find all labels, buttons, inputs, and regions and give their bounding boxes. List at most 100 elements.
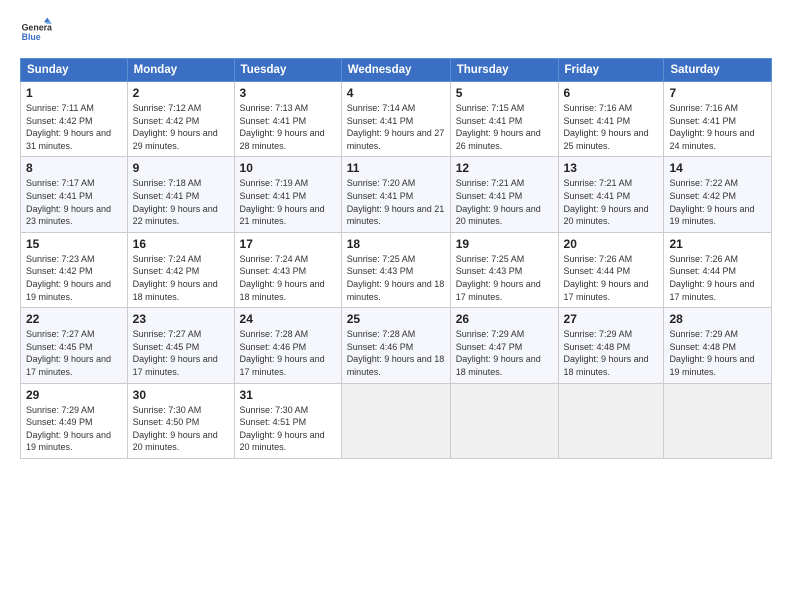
calendar-cell: 15 Sunrise: 7:23 AMSunset: 4:42 PMDayligh… bbox=[21, 232, 128, 307]
calendar-header-row: SundayMondayTuesdayWednesdayThursdayFrid… bbox=[21, 59, 772, 82]
day-info: Sunrise: 7:17 AMSunset: 4:41 PMDaylight:… bbox=[26, 178, 111, 226]
day-number: 24 bbox=[240, 312, 336, 326]
day-number: 7 bbox=[669, 86, 766, 100]
day-number: 1 bbox=[26, 86, 122, 100]
day-number: 22 bbox=[26, 312, 122, 326]
day-header-wednesday: Wednesday bbox=[341, 59, 450, 82]
day-number: 21 bbox=[669, 237, 766, 251]
day-number: 16 bbox=[133, 237, 229, 251]
logo-icon: General Blue bbox=[20, 16, 52, 48]
day-number: 10 bbox=[240, 161, 336, 175]
day-number: 5 bbox=[456, 86, 553, 100]
day-number: 3 bbox=[240, 86, 336, 100]
calendar-cell: 20 Sunrise: 7:26 AMSunset: 4:44 PMDayligh… bbox=[558, 232, 664, 307]
day-number: 2 bbox=[133, 86, 229, 100]
calendar-cell: 3 Sunrise: 7:13 AMSunset: 4:41 PMDaylight… bbox=[234, 82, 341, 157]
day-info: Sunrise: 7:21 AMSunset: 4:41 PMDaylight:… bbox=[564, 178, 649, 226]
calendar-cell: 19 Sunrise: 7:25 AMSunset: 4:43 PMDayligh… bbox=[450, 232, 558, 307]
day-number: 29 bbox=[26, 388, 122, 402]
day-info: Sunrise: 7:26 AMSunset: 4:44 PMDaylight:… bbox=[669, 254, 754, 302]
day-info: Sunrise: 7:21 AMSunset: 4:41 PMDaylight:… bbox=[456, 178, 541, 226]
calendar-cell: 5Sunrise: 7:15 AMSunset: 4:41 PMDaylight… bbox=[450, 82, 558, 157]
day-info: Sunrise: 7:27 AMSunset: 4:45 PMDaylight:… bbox=[133, 329, 218, 377]
day-info: Sunrise: 7:29 AMSunset: 4:48 PMDaylight:… bbox=[669, 329, 754, 377]
day-info: Sunrise: 7:19 AMSunset: 4:41 PMDaylight:… bbox=[240, 178, 325, 226]
day-info: Sunrise: 7:27 AMSunset: 4:45 PMDaylight:… bbox=[26, 329, 111, 377]
day-number: 6 bbox=[564, 86, 659, 100]
calendar-cell: 26Sunrise: 7:29 AMSunset: 4:47 PMDayligh… bbox=[450, 308, 558, 383]
calendar-cell: 14Sunrise: 7:22 AMSunset: 4:42 PMDayligh… bbox=[664, 157, 772, 232]
day-number: 20 bbox=[564, 237, 659, 251]
day-info: Sunrise: 7:16 AMSunset: 4:41 PMDaylight:… bbox=[669, 103, 754, 151]
calendar-cell bbox=[450, 383, 558, 458]
day-info: Sunrise: 7:30 AMSunset: 4:50 PMDaylight:… bbox=[133, 405, 218, 453]
day-header-monday: Monday bbox=[127, 59, 234, 82]
day-info: Sunrise: 7:13 AMSunset: 4:41 PMDaylight:… bbox=[240, 103, 325, 151]
calendar-cell bbox=[664, 383, 772, 458]
day-info: Sunrise: 7:23 AMSunset: 4:42 PMDaylight:… bbox=[26, 254, 111, 302]
calendar-cell: 30 Sunrise: 7:30 AMSunset: 4:50 PMDayligh… bbox=[127, 383, 234, 458]
day-header-thursday: Thursday bbox=[450, 59, 558, 82]
calendar-week-3: 15 Sunrise: 7:23 AMSunset: 4:42 PMDayligh… bbox=[21, 232, 772, 307]
day-number: 28 bbox=[669, 312, 766, 326]
day-info: Sunrise: 7:24 AMSunset: 4:43 PMDaylight:… bbox=[240, 254, 325, 302]
day-info: Sunrise: 7:25 AMSunset: 4:43 PMDaylight:… bbox=[456, 254, 541, 302]
day-header-saturday: Saturday bbox=[664, 59, 772, 82]
calendar-cell: 16 Sunrise: 7:24 AMSunset: 4:42 PMDayligh… bbox=[127, 232, 234, 307]
day-number: 18 bbox=[347, 237, 445, 251]
day-number: 25 bbox=[347, 312, 445, 326]
calendar-cell: 4 Sunrise: 7:14 AMSunset: 4:41 PMDaylight… bbox=[341, 82, 450, 157]
calendar-cell: 2 Sunrise: 7:12 AMSunset: 4:42 PMDaylight… bbox=[127, 82, 234, 157]
day-info: Sunrise: 7:11 AMSunset: 4:42 PMDaylight:… bbox=[26, 103, 111, 151]
day-info: Sunrise: 7:14 AMSunset: 4:41 PMDaylight:… bbox=[347, 103, 445, 151]
day-number: 13 bbox=[564, 161, 659, 175]
day-header-tuesday: Tuesday bbox=[234, 59, 341, 82]
day-number: 30 bbox=[133, 388, 229, 402]
day-info: Sunrise: 7:29 AMSunset: 4:48 PMDaylight:… bbox=[564, 329, 649, 377]
day-header-friday: Friday bbox=[558, 59, 664, 82]
calendar-cell: 28 Sunrise: 7:29 AMSunset: 4:48 PMDayligh… bbox=[664, 308, 772, 383]
calendar-week-2: 8 Sunrise: 7:17 AMSunset: 4:41 PMDaylight… bbox=[21, 157, 772, 232]
calendar-cell: 7 Sunrise: 7:16 AMSunset: 4:41 PMDaylight… bbox=[664, 82, 772, 157]
day-info: Sunrise: 7:12 AMSunset: 4:42 PMDaylight:… bbox=[133, 103, 218, 151]
calendar-cell: 22 Sunrise: 7:27 AMSunset: 4:45 PMDayligh… bbox=[21, 308, 128, 383]
calendar: SundayMondayTuesdayWednesdayThursdayFrid… bbox=[20, 58, 772, 459]
calendar-cell: 12Sunrise: 7:21 AMSunset: 4:41 PMDayligh… bbox=[450, 157, 558, 232]
page: General Blue SundayMondayTuesdayWednesda… bbox=[0, 0, 792, 612]
calendar-week-4: 22 Sunrise: 7:27 AMSunset: 4:45 PMDayligh… bbox=[21, 308, 772, 383]
day-info: Sunrise: 7:26 AMSunset: 4:44 PMDaylight:… bbox=[564, 254, 649, 302]
day-number: 14 bbox=[669, 161, 766, 175]
calendar-cell: 21 Sunrise: 7:26 AMSunset: 4:44 PMDayligh… bbox=[664, 232, 772, 307]
calendar-cell: 11Sunrise: 7:20 AMSunset: 4:41 PMDayligh… bbox=[341, 157, 450, 232]
calendar-cell: 13 Sunrise: 7:21 AMSunset: 4:41 PMDayligh… bbox=[558, 157, 664, 232]
day-info: Sunrise: 7:28 AMSunset: 4:46 PMDaylight:… bbox=[347, 329, 445, 377]
day-number: 23 bbox=[133, 312, 229, 326]
day-info: Sunrise: 7:29 AMSunset: 4:47 PMDaylight:… bbox=[456, 329, 541, 377]
calendar-cell: 8 Sunrise: 7:17 AMSunset: 4:41 PMDaylight… bbox=[21, 157, 128, 232]
day-number: 9 bbox=[133, 161, 229, 175]
calendar-cell: 25 Sunrise: 7:28 AMSunset: 4:46 PMDayligh… bbox=[341, 308, 450, 383]
calendar-cell: 17 Sunrise: 7:24 AMSunset: 4:43 PMDayligh… bbox=[234, 232, 341, 307]
day-number: 8 bbox=[26, 161, 122, 175]
day-info: Sunrise: 7:25 AMSunset: 4:43 PMDaylight:… bbox=[347, 254, 445, 302]
calendar-cell: 31 Sunrise: 7:30 AMSunset: 4:51 PMDayligh… bbox=[234, 383, 341, 458]
day-number: 31 bbox=[240, 388, 336, 402]
day-number: 15 bbox=[26, 237, 122, 251]
day-info: Sunrise: 7:20 AMSunset: 4:41 PMDaylight:… bbox=[347, 178, 445, 226]
day-number: 19 bbox=[456, 237, 553, 251]
calendar-cell bbox=[341, 383, 450, 458]
calendar-cell: 1 Sunrise: 7:11 AMSunset: 4:42 PMDaylight… bbox=[21, 82, 128, 157]
day-info: Sunrise: 7:18 AMSunset: 4:41 PMDaylight:… bbox=[133, 178, 218, 226]
day-info: Sunrise: 7:24 AMSunset: 4:42 PMDaylight:… bbox=[133, 254, 218, 302]
calendar-cell: 23 Sunrise: 7:27 AMSunset: 4:45 PMDayligh… bbox=[127, 308, 234, 383]
day-info: Sunrise: 7:29 AMSunset: 4:49 PMDaylight:… bbox=[26, 405, 111, 453]
day-number: 17 bbox=[240, 237, 336, 251]
day-info: Sunrise: 7:16 AMSunset: 4:41 PMDaylight:… bbox=[564, 103, 649, 151]
logo: General Blue bbox=[20, 16, 52, 48]
day-info: Sunrise: 7:30 AMSunset: 4:51 PMDaylight:… bbox=[240, 405, 325, 453]
calendar-cell: 24Sunrise: 7:28 AMSunset: 4:46 PMDayligh… bbox=[234, 308, 341, 383]
day-number: 4 bbox=[347, 86, 445, 100]
day-header-sunday: Sunday bbox=[21, 59, 128, 82]
calendar-cell: 9 Sunrise: 7:18 AMSunset: 4:41 PMDaylight… bbox=[127, 157, 234, 232]
calendar-cell: 10 Sunrise: 7:19 AMSunset: 4:41 PMDayligh… bbox=[234, 157, 341, 232]
